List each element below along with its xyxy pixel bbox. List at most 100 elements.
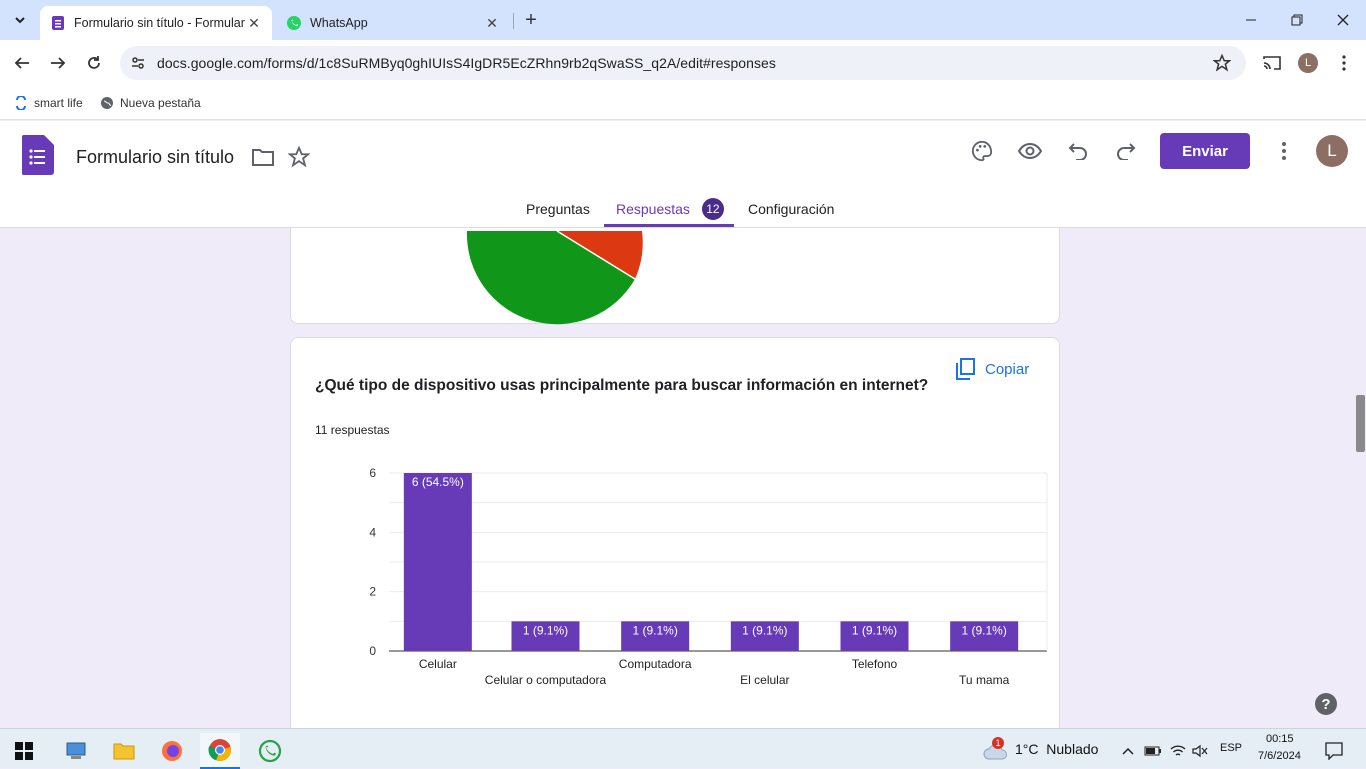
avatar[interactable]: L	[1316, 135, 1348, 167]
form-title[interactable]: Formulario sin título	[76, 147, 234, 168]
address-bar[interactable]: docs.google.com/forms/d/1c8SuRMByq0ghIUI…	[120, 46, 1246, 80]
bar-data-label: 1 (9.1%)	[632, 623, 677, 637]
battery-tray-icon[interactable]	[1140, 733, 1166, 769]
browser-menu-button[interactable]	[1330, 49, 1358, 77]
cast-icon	[1263, 56, 1281, 70]
close-icon[interactable]: ✕	[246, 15, 262, 31]
profile-button[interactable]: L	[1294, 49, 1322, 77]
bookmark-nueva-pestana[interactable]: Nueva pestaña	[100, 93, 201, 113]
reload-button[interactable]	[80, 49, 108, 77]
copy-label: Copiar	[985, 360, 1030, 378]
forward-button[interactable]	[44, 49, 72, 77]
y-tick-label: 0	[369, 644, 376, 658]
response-count: 11 respuestas	[315, 423, 390, 437]
taskbar-app-chrome[interactable]	[200, 733, 240, 769]
whatsapp-icon	[258, 739, 282, 763]
more-options-button[interactable]	[1268, 135, 1300, 167]
arrow-left-icon	[14, 57, 29, 69]
undo-icon	[1068, 143, 1087, 160]
firefox-icon	[162, 741, 182, 761]
tab-respuestas[interactable]: Respuestas 12	[616, 189, 724, 228]
language-indicator[interactable]: ESP	[1220, 742, 1242, 754]
tab-title: Formulario sin título - Formular	[74, 16, 245, 30]
tab-label: Preguntas	[526, 200, 590, 217]
move-to-folder-button[interactable]	[247, 141, 279, 173]
response-count-badge: 12	[701, 197, 724, 220]
x-tick-label: Celular	[419, 657, 457, 671]
redo-icon	[1117, 143, 1136, 160]
folder-icon	[113, 743, 135, 760]
start-button[interactable]	[4, 733, 44, 769]
x-tick-label: El celular	[740, 673, 789, 687]
tab-label: Respuestas	[616, 200, 690, 217]
bookmark-label: Nueva pestaña	[120, 96, 201, 110]
url-text: docs.google.com/forms/d/1c8SuRMByq0ghIUI…	[157, 55, 776, 71]
chevron-down-icon	[15, 17, 25, 24]
restore-button[interactable]	[1274, 0, 1320, 40]
browser-tab-strip: Formulario sin título - Formular ✕ Whats…	[0, 0, 1366, 40]
new-tab-button[interactable]: +	[519, 8, 543, 32]
preview-button[interactable]	[1014, 135, 1046, 167]
windows-taskbar: 1 1°C Nublado ESP 00:15 7/6/2024	[0, 728, 1366, 769]
tab-search-button[interactable]	[6, 6, 34, 34]
chevron-up-icon	[1122, 747, 1134, 755]
x-tick-label: Tu mama	[959, 673, 1010, 687]
tab-forms[interactable]: Formulario sin título - Formular ✕	[40, 6, 272, 40]
volume-tray-icon[interactable]	[1188, 733, 1212, 769]
bookmark-smart-life[interactable]: smart life	[14, 93, 83, 113]
undo-button[interactable]	[1062, 135, 1094, 167]
copy-icon	[956, 358, 975, 380]
taskbar-app-file-explorer[interactable]	[104, 733, 144, 769]
help-button[interactable]: ?	[1315, 693, 1337, 715]
bar-data-label: 1 (9.1%)	[523, 623, 568, 637]
bookmark-label: smart life	[34, 96, 83, 110]
volume-mute-icon	[1192, 744, 1208, 758]
star-button[interactable]	[283, 141, 315, 173]
taskbar-app-whatsapp[interactable]	[250, 733, 290, 769]
more-vert-icon	[1342, 55, 1346, 71]
send-button[interactable]: Enviar	[1160, 133, 1250, 169]
cast-button[interactable]	[1258, 49, 1286, 77]
forms-favicon-icon	[52, 16, 64, 30]
close-icon	[1337, 14, 1349, 26]
previous-question-card	[290, 228, 1060, 325]
responses-content[interactable]: Copiar ¿Qué tipo de dispositivo usas pri…	[0, 228, 1366, 728]
x-tick-label: Celular o computadora	[485, 673, 607, 687]
redo-button[interactable]	[1110, 135, 1142, 167]
customize-theme-button[interactable]	[966, 135, 998, 167]
tab-preguntas[interactable]: Preguntas	[526, 189, 590, 228]
close-window-button[interactable]	[1320, 0, 1366, 40]
x-tick-label: Telefono	[852, 657, 898, 671]
weather-text[interactable]: 1°C Nublado	[1015, 741, 1098, 757]
tab-configuracion[interactable]: Configuración	[748, 189, 834, 228]
active-tab-indicator	[604, 224, 734, 227]
eye-icon	[1018, 142, 1042, 160]
close-icon[interactable]: ✕	[484, 15, 500, 31]
more-vert-icon	[1282, 142, 1286, 160]
bar-chart: 0 2 4 6 6 (54.5%) Celular 1 (9.1%) Celular o co…	[369, 466, 1048, 687]
minimize-icon	[1246, 19, 1256, 21]
minimize-button[interactable]	[1228, 0, 1274, 40]
tab-whatsapp[interactable]: WhatsApp ✕	[276, 6, 510, 40]
back-button[interactable]	[8, 49, 36, 77]
clock-date[interactable]: 7/6/2024	[1258, 750, 1301, 762]
restore-icon	[1291, 14, 1303, 26]
smartlife-icon	[16, 96, 26, 110]
browser-toolbar: docs.google.com/forms/d/1c8SuRMByq0ghIUI…	[0, 40, 1366, 86]
bookmark-star-icon[interactable]	[1212, 53, 1232, 73]
clock-time[interactable]: 00:15	[1266, 733, 1294, 745]
y-tick-label: 6	[369, 466, 376, 480]
avatar: L	[1298, 53, 1318, 73]
google-forms-logo-icon[interactable]	[22, 135, 54, 175]
taskbar-app-computer[interactable]	[56, 733, 96, 769]
computer-icon	[66, 742, 86, 759]
bar-data-label: 1 (9.1%)	[961, 623, 1006, 637]
battery-icon	[1144, 746, 1161, 756]
scrollbar-thumb[interactable]	[1356, 395, 1365, 452]
notifications-button[interactable]	[1314, 733, 1354, 769]
site-info-icon[interactable]	[128, 53, 148, 73]
copy-chart-button[interactable]: Copiar	[955, 358, 1029, 380]
network-tray-icon[interactable]	[1166, 733, 1190, 769]
bar-data-label: 1 (9.1%)	[742, 623, 787, 637]
taskbar-app-firefox[interactable]	[152, 733, 192, 769]
